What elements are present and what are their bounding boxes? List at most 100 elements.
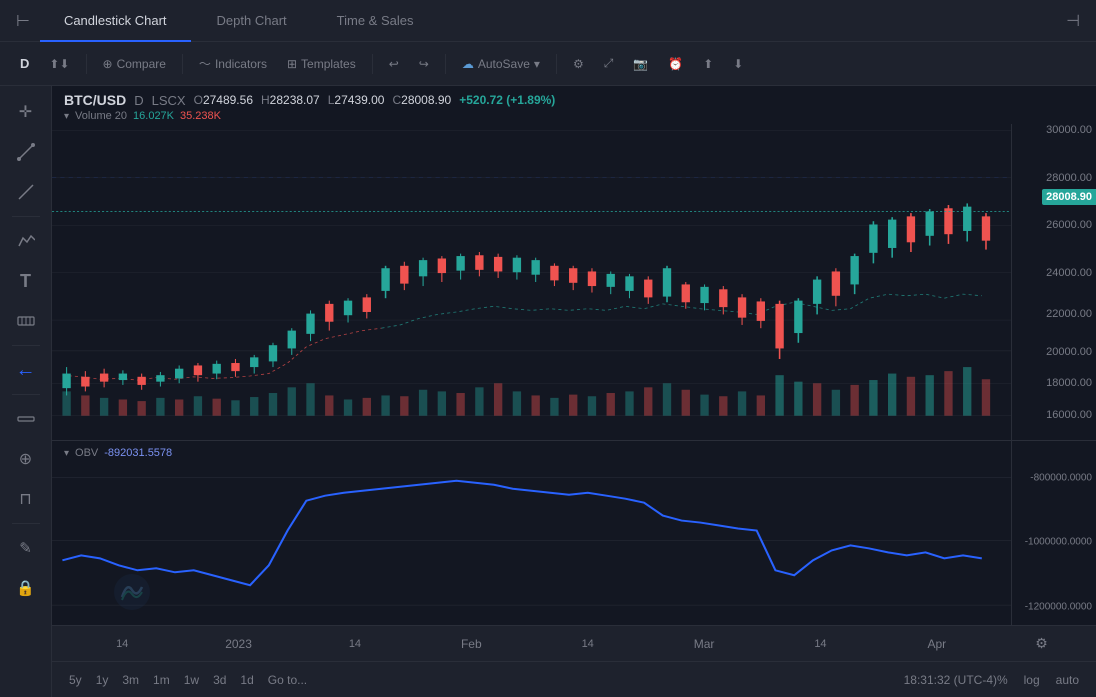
tool-separator-1 <box>12 216 40 217</box>
obv-svg <box>52 441 1011 625</box>
upload-button[interactable]: ⬆ <box>695 53 721 75</box>
period-3d[interactable]: 3d <box>208 671 231 689</box>
price-change: +520.72 (+1.89%) <box>459 93 555 107</box>
price-label-28000: 28000.00 <box>1046 172 1092 184</box>
undo-button[interactable]: ↩ <box>381 53 407 75</box>
obv-value: -892031.5578 <box>104 447 172 459</box>
collapse-button[interactable]: ⊢ <box>8 7 38 35</box>
gear-icon: ⚙ <box>573 57 584 71</box>
tab-bar: ⊢ Candlestick Chart Depth Chart Time & S… <box>0 0 1096 42</box>
symbol: BTC/USD <box>64 92 126 108</box>
period-5y[interactable]: 5y <box>64 671 87 689</box>
period-buttons: 5y 1y 3m 1m 1w 3d 1d Go to... <box>64 671 312 689</box>
price-label-20000: 20000.00 <box>1046 346 1092 358</box>
current-price-label: 28008.90 <box>1042 189 1096 205</box>
time-label-14c: 14 <box>530 638 646 650</box>
magnet-tool[interactable]: ⊓ <box>8 481 44 517</box>
volume-row: ▾ Volume 20 16.027K 35.238K <box>64 110 1084 122</box>
panel-toggle[interactable]: ▾ <box>64 111 69 122</box>
exchange: LSCX <box>152 93 186 108</box>
period-button[interactable]: D <box>12 52 37 75</box>
time-label-14b: 14 <box>297 638 413 650</box>
pencil-tool[interactable]: ✎ <box>8 530 44 566</box>
chart-type-icon: ⬆⬇ <box>49 57 69 71</box>
goto-button[interactable]: Go to... <box>263 671 312 689</box>
obv-panel-toggle[interactable]: ▾ <box>64 448 69 459</box>
high-value: H28238.07 <box>261 93 320 107</box>
chart-svg-container[interactable] <box>52 124 1011 440</box>
auto-button[interactable]: auto <box>1051 671 1084 689</box>
time-label-2023: 2023 <box>180 637 296 651</box>
open-value: O27489.56 <box>194 93 253 107</box>
candlestick-chart-panel: 30000.00 28000.00 26000.00 24000.00 2200… <box>52 124 1096 440</box>
draw-tool[interactable] <box>8 174 44 210</box>
price-info: BTC/USD D LSCX O27489.56 H28238.07 L2743… <box>52 86 1096 124</box>
time-label-14a: 14 <box>64 638 180 650</box>
obv-watermark <box>112 572 152 615</box>
obv-label-1000k: -1000000.0000 <box>1025 537 1092 548</box>
settings-button[interactable]: ⚙ <box>565 53 592 75</box>
expand-icon: ⤢ <box>604 56 614 71</box>
timestamp: 18:31:32 (UTC-4) <box>904 673 997 687</box>
percent-button[interactable]: % <box>992 671 1013 689</box>
expand-button[interactable]: ⊣ <box>1058 7 1088 35</box>
time-label-apr: Apr <box>879 637 995 651</box>
chart-type-button[interactable]: ⬆⬇ <box>41 53 77 75</box>
snapshot-button[interactable]: 📷 <box>625 53 656 75</box>
price-label-18000: 18000.00 <box>1046 377 1092 389</box>
time-label-feb: Feb <box>413 637 529 651</box>
period-1w[interactable]: 1w <box>179 671 204 689</box>
ohlc-data: O27489.56 H28238.07 L27439.00 C28008.90 <box>194 93 452 107</box>
separator-4 <box>445 54 446 74</box>
trend-line-tool[interactable] <box>8 134 44 170</box>
price-label-16000: 16000.00 <box>1046 409 1092 421</box>
separator-1 <box>86 54 87 74</box>
price-label-26000: 26000.00 <box>1046 219 1092 231</box>
obv-axis: -800000.0000 -1000000.0000 -1200000.0000 <box>1011 441 1096 625</box>
period-3m[interactable]: 3m <box>117 671 144 689</box>
axis-settings-icon[interactable]: ⚙ <box>1035 635 1048 652</box>
chart-controls-right: % log auto <box>999 671 1084 689</box>
tab-candlestick[interactable]: Candlestick Chart <box>40 0 191 42</box>
separator-5 <box>556 54 557 74</box>
low-value: L27439.00 <box>328 93 385 107</box>
tab-timesales[interactable]: Time & Sales <box>313 0 438 42</box>
tab-bar-right: ⊣ <box>1058 7 1088 35</box>
bottom-controls-bar: 5y 1y 3m 1m 1w 3d 1d Go to... 18:31:32 (… <box>52 661 1096 697</box>
lock-tool[interactable]: 🔒 <box>8 570 44 606</box>
period-1y[interactable]: 1y <box>91 671 114 689</box>
candlestick-svg <box>52 124 1011 440</box>
price-label-30000: 30000.00 <box>1046 124 1092 136</box>
compare-button[interactable]: ⊕ Compare <box>95 53 174 75</box>
main-content: ✛ T ← ⊕ ⊓ ✎ 🔒 BTC/USD D <box>0 86 1096 697</box>
wave-icon: 〜 <box>199 55 211 72</box>
price-label-22000: 22000.00 <box>1046 308 1092 320</box>
alert-button[interactable]: ⏰ <box>660 53 691 75</box>
redo-button[interactable]: ↪ <box>411 53 437 75</box>
obv-label-1200k: -1200000.0000 <box>1025 601 1092 612</box>
zoom-tool[interactable]: ⊕ <box>8 441 44 477</box>
download-button[interactable]: ⬇ <box>725 53 751 75</box>
tab-depth[interactable]: Depth Chart <box>193 0 311 42</box>
back-tool[interactable]: ← <box>8 352 44 388</box>
indicators-button[interactable]: 〜 Indicators <box>191 51 275 76</box>
xabcd-tool[interactable] <box>8 223 44 259</box>
templates-button[interactable]: ⊞ Templates <box>279 53 364 75</box>
obv-panel: ▾ OBV -892031.5578 <box>52 440 1096 625</box>
volume-val1: 16.027K <box>133 110 174 122</box>
period-1d[interactable]: 1d <box>235 671 258 689</box>
text-tool[interactable]: T <box>8 263 44 299</box>
tab-bar-left: ⊢ Candlestick Chart Depth Chart Time & S… <box>8 0 437 42</box>
separator-2 <box>182 54 183 74</box>
volume-label: Volume 20 <box>75 110 127 122</box>
crosshair-tool[interactable]: ✛ <box>8 94 44 130</box>
ruler-tool[interactable] <box>8 401 44 437</box>
period-1m[interactable]: 1m <box>148 671 175 689</box>
measure-tool[interactable] <box>8 303 44 339</box>
plus-icon: ⊕ <box>103 57 113 71</box>
fullscreen-button[interactable]: ⤢ <box>596 52 622 75</box>
autosave-button[interactable]: ☁ AutoSave ▾ <box>454 53 548 75</box>
chart-area: BTC/USD D LSCX O27489.56 H28238.07 L2743… <box>52 86 1096 697</box>
log-button[interactable]: log <box>1019 671 1045 689</box>
upload-icon: ⬆ <box>703 57 713 71</box>
